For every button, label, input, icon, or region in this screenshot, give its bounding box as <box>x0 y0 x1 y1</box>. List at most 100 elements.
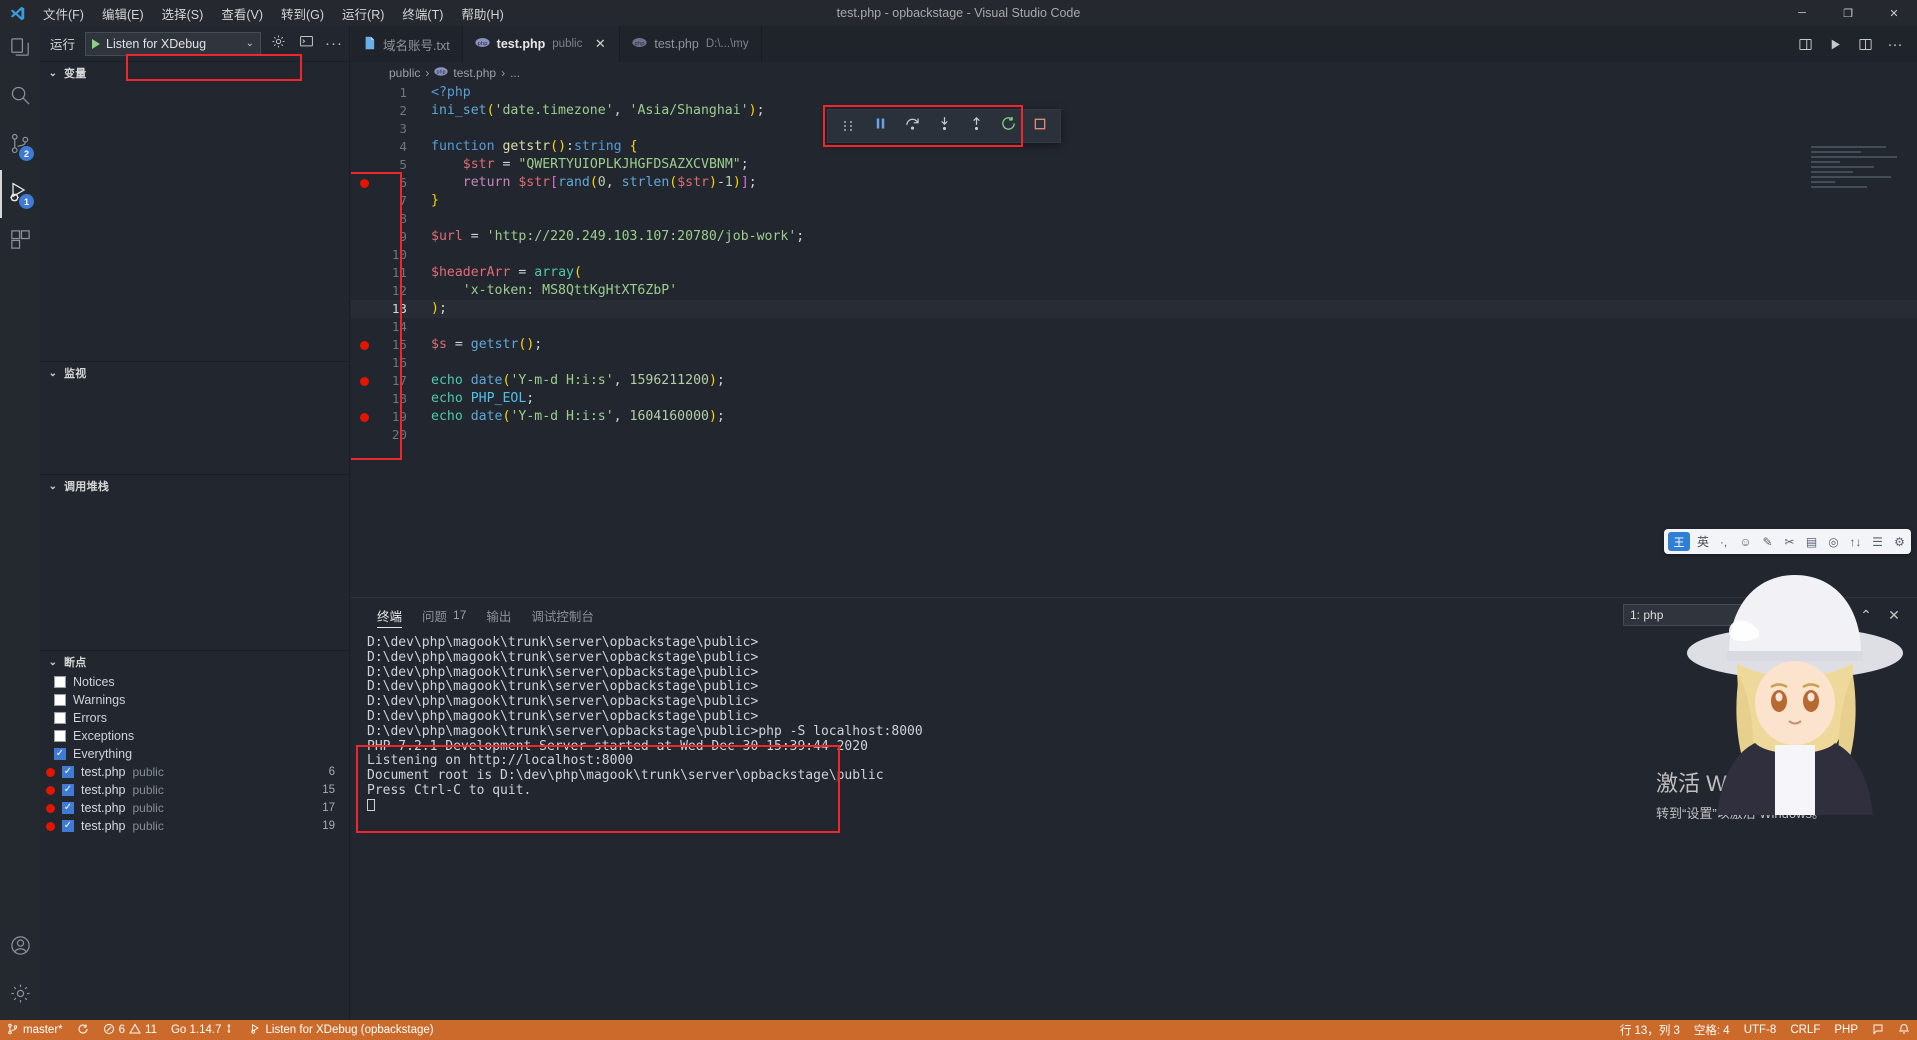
menu-bar[interactable]: 文件(F) 编辑(E) 选择(S) 查看(V) 转到(G) 运行(R) 终端(T… <box>34 1 513 26</box>
sidebar-item-source-control[interactable]: 2 <box>0 122 40 170</box>
breadcrumb-item-symbol[interactable]: ... <box>510 66 520 80</box>
ime-punctuation-icon[interactable]: ·, <box>1716 535 1731 549</box>
checkbox[interactable] <box>54 730 66 742</box>
call-stack-section-header[interactable]: ⌄ 调用堆栈 <box>40 475 349 497</box>
checkbox[interactable] <box>54 694 66 706</box>
checkbox[interactable] <box>54 676 66 688</box>
breakpoint-item[interactable]: test.php public 19 <box>40 817 349 835</box>
status-indentation[interactable]: 空格: 4 <box>1687 1020 1737 1040</box>
tab-test-php-my[interactable]: php test.php D:\...\my <box>620 26 762 62</box>
debug-step-out-button[interactable] <box>963 113 989 139</box>
debug-console-button[interactable] <box>295 33 317 55</box>
status-language-mode[interactable]: PHP <box>1827 1020 1865 1040</box>
sidebar-item-search[interactable] <box>0 74 40 122</box>
window-controls[interactable]: ─ ❐ ✕ <box>1779 0 1917 26</box>
menu-run[interactable]: 运行(R) <box>333 1 393 26</box>
run-file-button[interactable] <box>1821 30 1849 58</box>
ime-emoji-icon[interactable]: ☺ <box>1738 535 1753 549</box>
breakpoint-filter-exceptions[interactable]: Exceptions <box>40 727 349 745</box>
code-line[interactable]: 4 function getstr():string { <box>351 138 1917 156</box>
open-launch-json-button[interactable] <box>267 33 289 55</box>
checkbox[interactable] <box>54 748 66 760</box>
menu-file[interactable]: 文件(F) <box>34 1 93 26</box>
close-icon[interactable]: ✕ <box>593 36 607 52</box>
breakpoint-item[interactable]: test.php public 6 <box>40 763 349 781</box>
code-line[interactable]: 12 'x-token: MS8QttKgHtXT6ZbP' <box>351 282 1917 300</box>
tab-domain-accounts[interactable]: 域名账号.txt <box>351 26 463 62</box>
checkbox[interactable] <box>62 784 74 796</box>
variables-section-header[interactable]: ⌄ 变量 <box>40 62 349 84</box>
panel-tab-terminal[interactable]: 终端 <box>367 598 412 632</box>
status-eol[interactable]: CRLF <box>1783 1020 1827 1040</box>
status-sync[interactable] <box>70 1020 96 1040</box>
code-line[interactable]: 14 <box>351 318 1917 336</box>
status-branch[interactable]: master* <box>0 1020 70 1040</box>
code-line[interactable]: 7} <box>351 192 1917 210</box>
minimize-button[interactable]: ─ <box>1779 0 1825 26</box>
status-notifications[interactable] <box>1891 1020 1917 1040</box>
breadcrumb-item-file[interactable]: test.php <box>453 66 496 80</box>
menu-edit[interactable]: 编辑(E) <box>93 1 153 26</box>
code-lines[interactable]: 1 <?php 2 ini_set('date.timezone', 'Asia/Sh… <box>351 84 1917 444</box>
ime-menu-icon[interactable]: ☰ <box>1870 535 1885 549</box>
editor-more-actions-button[interactable]: ··· <box>1881 30 1909 58</box>
ime-handwriting-icon[interactable]: ✎ <box>1760 535 1775 549</box>
sidebar-item-extensions[interactable] <box>0 218 40 266</box>
code-line[interactable]: 18 echo PHP_EOL; <box>351 390 1917 408</box>
code-line[interactable]: 15 $s = getstr(); <box>351 336 1917 354</box>
menu-selection[interactable]: 选择(S) <box>153 1 213 26</box>
checkbox[interactable] <box>62 820 74 832</box>
launch-configuration-select[interactable]: Listen for XDebug ⌄ <box>85 31 261 56</box>
maximize-panel-button[interactable]: ⌃ <box>1855 604 1877 626</box>
kill-terminal-button[interactable] <box>1827 604 1849 626</box>
checkbox[interactable] <box>62 802 74 814</box>
code-line[interactable]: 10 <box>351 246 1917 264</box>
status-problems[interactable]: 6 11 <box>96 1020 164 1040</box>
watch-section-header[interactable]: ⌄ 监视 <box>40 362 349 384</box>
sidebar-item-explorer[interactable] <box>0 26 40 74</box>
breakpoint-filter-errors[interactable]: Errors <box>40 709 349 727</box>
code-line[interactable]: 1 <?php <box>351 84 1917 102</box>
code-line[interactable]: 19 echo date('Y-m-d H:i:s', 1604160000); <box>351 408 1917 426</box>
panel-tab-problems[interactable]: 问题 17 <box>412 598 476 632</box>
ime-updown-icon[interactable]: ↑↓ <box>1848 535 1863 549</box>
breakpoint-item[interactable]: test.php public 17 <box>40 799 349 817</box>
status-encoding[interactable]: UTF-8 <box>1737 1020 1784 1040</box>
maximize-button[interactable]: ❐ <box>1825 0 1871 26</box>
terminal-output[interactable]: D:\dev\php\magook\trunk\server\opbacksta… <box>351 632 1917 833</box>
breadcrumb[interactable]: public › php test.php › ... <box>351 62 1917 84</box>
breakpoint-filter-notices[interactable]: Notices <box>40 673 349 691</box>
code-line[interactable]: 3 <box>351 120 1917 138</box>
code-line[interactable]: 6 return $str[rand(0, strlen($str)-1)]; <box>351 174 1917 192</box>
ime-keyboard-icon[interactable]: ▤ <box>1804 535 1819 549</box>
split-editor-button[interactable] <box>1851 30 1879 58</box>
debug-stop-button[interactable] <box>1027 113 1053 139</box>
debug-step-into-button[interactable] <box>931 113 957 139</box>
checkbox[interactable] <box>54 712 66 724</box>
code-line[interactable]: 9 $url = 'http://220.249.103.107:20780/jo… <box>351 228 1917 246</box>
split-terminal-button[interactable] <box>1799 604 1821 626</box>
breakpoint-dot-icon[interactable] <box>351 340 377 350</box>
code-line[interactable]: 17 echo date('Y-m-d H:i:s', 1596211200); <box>351 372 1917 390</box>
settings-button[interactable] <box>0 972 40 1020</box>
panel-tab-output[interactable]: 输出 <box>476 598 521 632</box>
minimap[interactable] <box>1811 146 1907 216</box>
sidebar-item-run-and-debug[interactable]: 1 <box>0 170 40 218</box>
menu-view[interactable]: 查看(V) <box>212 1 272 26</box>
panel-tab-debug-console[interactable]: 调试控制台 <box>521 598 604 632</box>
menu-terminal[interactable]: 终端(T) <box>393 1 452 26</box>
debug-drag-handle[interactable] <box>835 113 861 139</box>
debug-step-over-button[interactable] <box>899 113 925 139</box>
more-actions-button[interactable]: ··· <box>323 33 345 55</box>
breadcrumb-item-folder[interactable]: public <box>389 66 420 80</box>
debug-pause-button[interactable] <box>867 113 893 139</box>
split-right-button[interactable] <box>1791 30 1819 58</box>
code-line[interactable]: 5 $str = "QWERTYUIOPLKJHGFDSAZXCVBNM"; <box>351 156 1917 174</box>
terminal-select[interactable]: 1: php ⌄ <box>1623 604 1765 626</box>
code-line[interactable]: 13); <box>351 300 1917 318</box>
breakpoints-section-header[interactable]: ⌄ 断点 <box>40 651 349 673</box>
code-line[interactable]: 2 ini_set('date.timezone', 'Asia/Shanghai… <box>351 102 1917 120</box>
menu-go[interactable]: 转到(G) <box>272 1 333 26</box>
breakpoint-dot-icon[interactable] <box>351 376 377 386</box>
breakpoint-filter-everything[interactable]: Everything <box>40 745 349 763</box>
